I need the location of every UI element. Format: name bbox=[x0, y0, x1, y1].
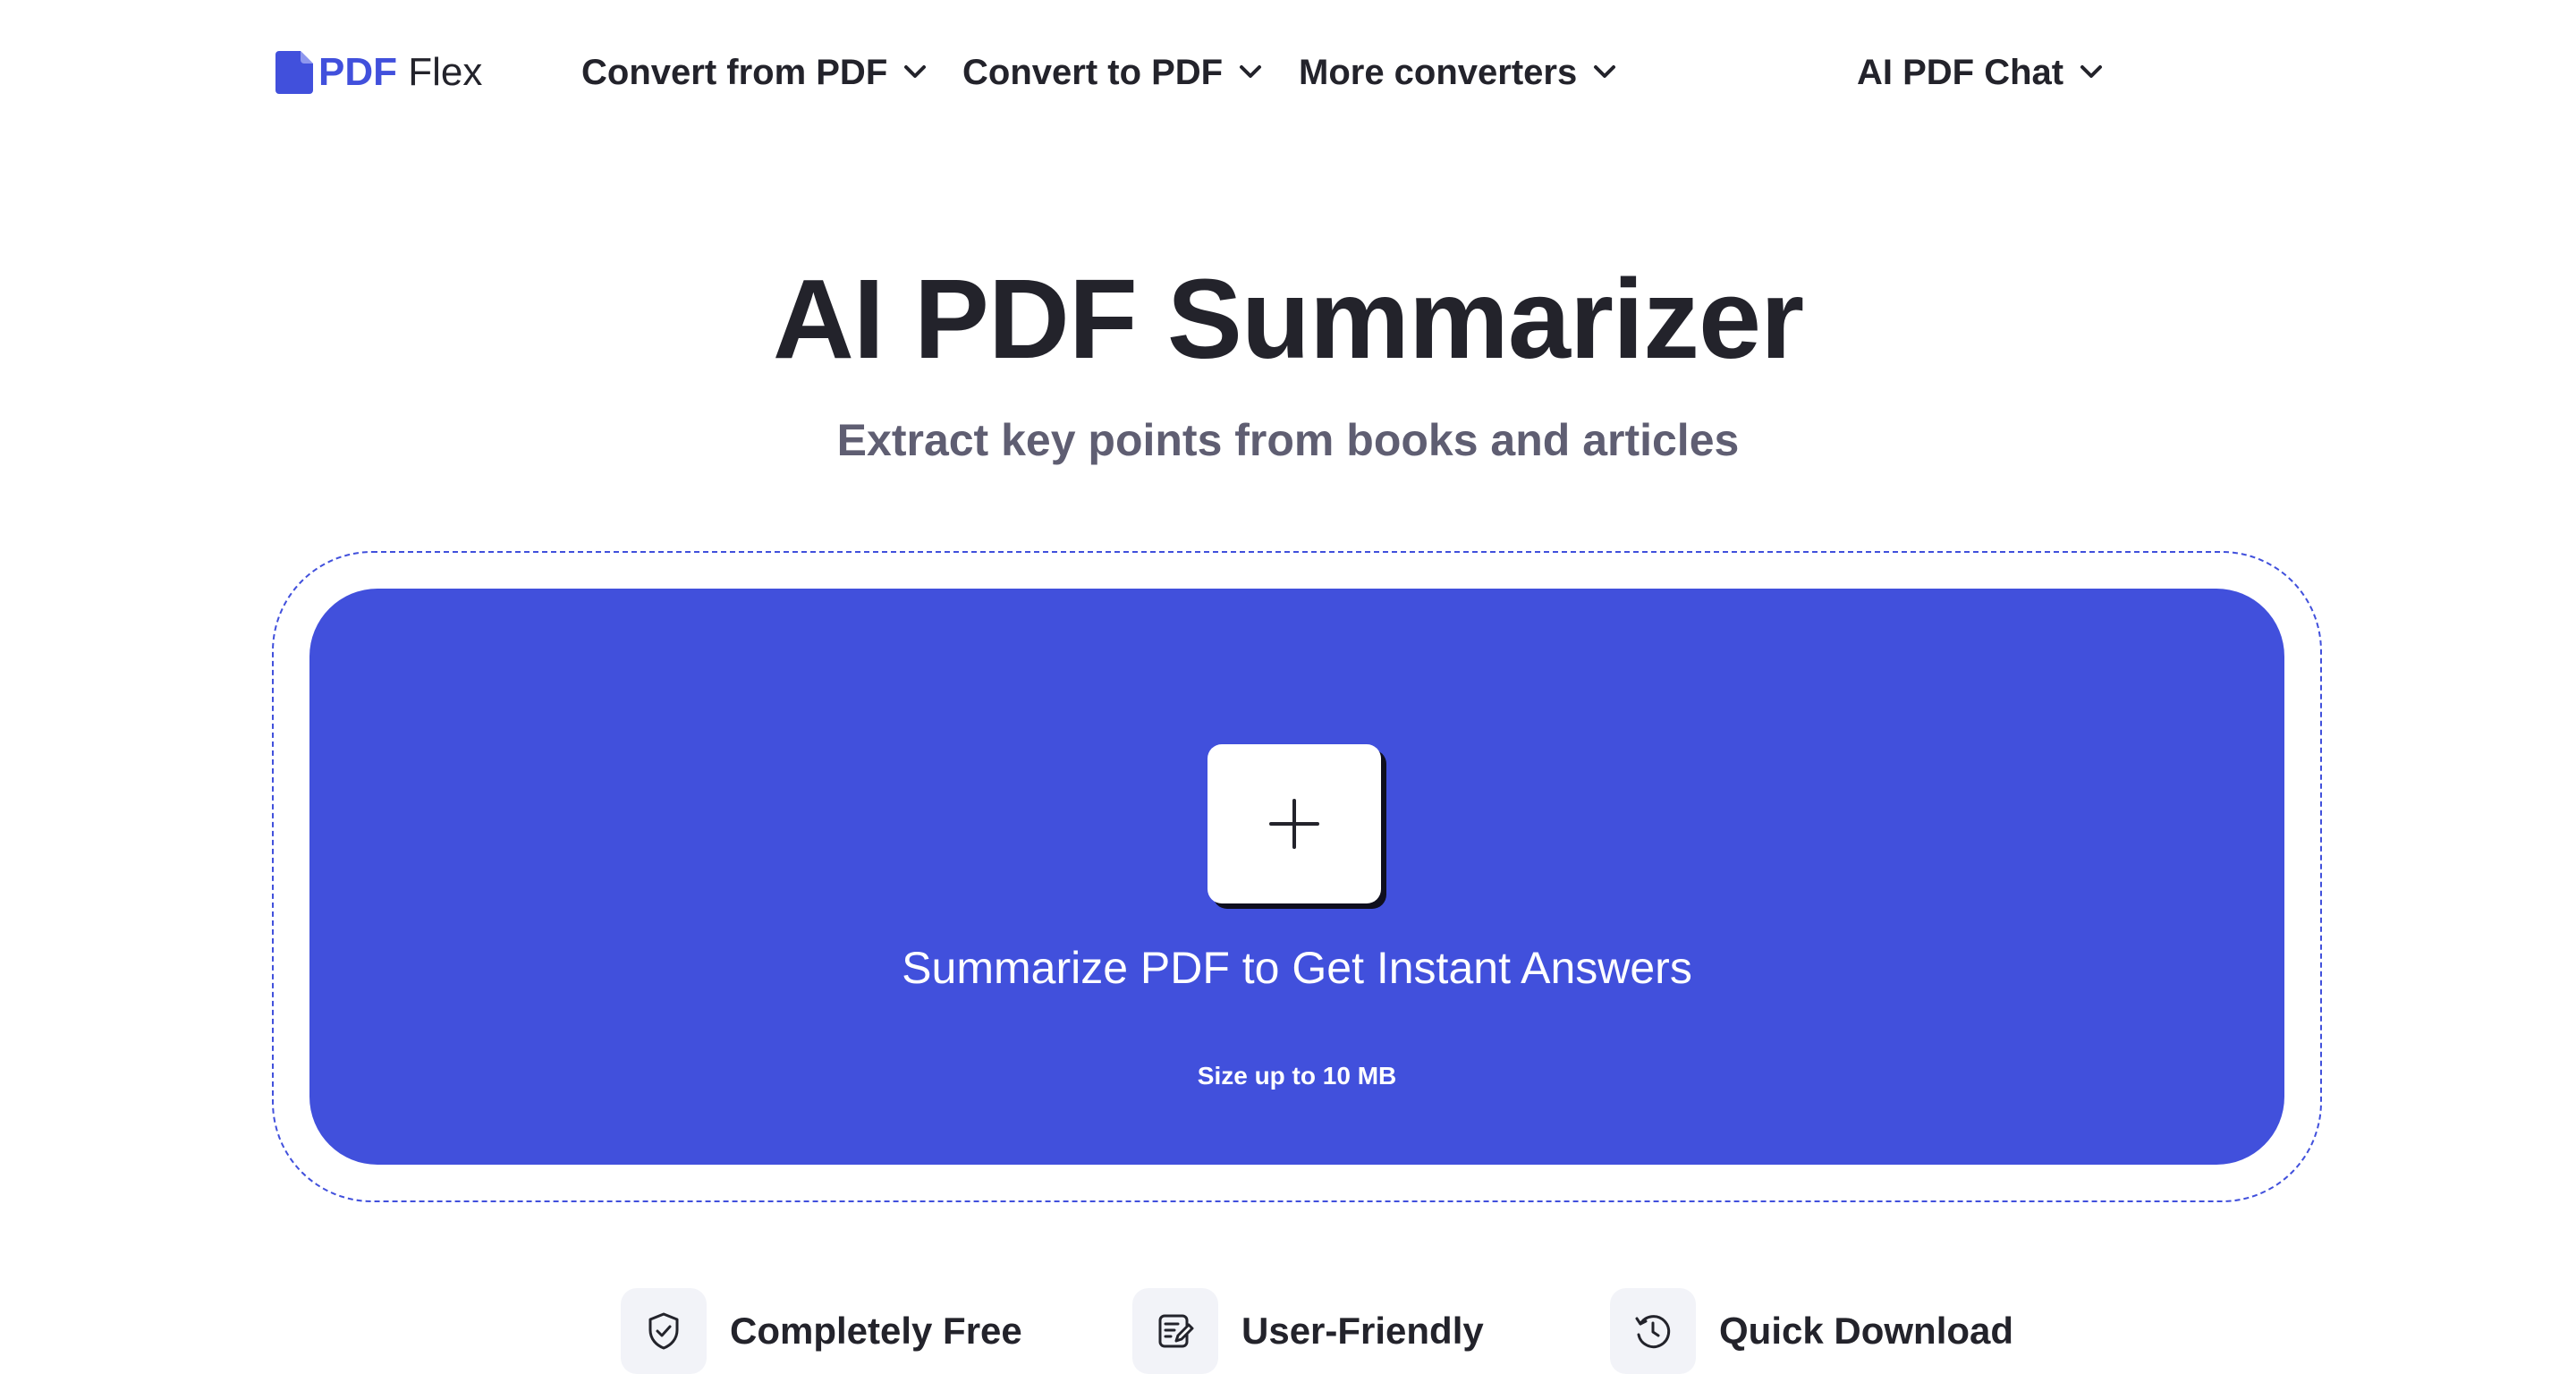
feature-icon-box bbox=[621, 1288, 707, 1374]
chevron-down-icon bbox=[904, 65, 927, 78]
feature-label: Quick Download bbox=[1719, 1310, 2014, 1352]
upload-label: Summarize PDF to Get Instant Answers bbox=[902, 943, 1692, 993]
feature-icon-box bbox=[1132, 1288, 1218, 1374]
logo-text: PDF Flex bbox=[318, 53, 482, 92]
logo-text-pdf: PDF bbox=[318, 50, 397, 94]
shield-check-icon bbox=[648, 1312, 679, 1350]
page-title: AI PDF Summarizer bbox=[772, 256, 1804, 382]
nav-ai-pdf-chat-label: AI PDF Chat bbox=[1857, 52, 2064, 92]
nav-ai-pdf-chat[interactable]: AI PDF Chat bbox=[1857, 48, 2103, 97]
chevron-down-icon bbox=[1594, 65, 1616, 78]
page-subtitle: Extract key points from books and articl… bbox=[836, 415, 1740, 465]
clock-history-icon bbox=[1635, 1315, 1671, 1349]
edit-document-icon bbox=[1158, 1314, 1194, 1348]
feature-completely-free: Completely Free bbox=[621, 1288, 1022, 1374]
logo[interactable]: PDF Flex bbox=[275, 50, 482, 95]
feature-user-friendly: User-Friendly bbox=[1132, 1288, 1484, 1374]
plus-icon bbox=[1269, 799, 1319, 849]
add-file-button[interactable] bbox=[1208, 744, 1381, 903]
nav-convert-to-pdf-label: Convert to PDF bbox=[962, 52, 1224, 92]
nav-convert-from-pdf[interactable]: Convert from PDF bbox=[581, 48, 927, 97]
chevron-down-icon bbox=[1240, 65, 1262, 78]
feature-icon-box bbox=[1610, 1288, 1696, 1374]
upload-size-note: Size up to 10 MB bbox=[1197, 1062, 1397, 1090]
logo-text-flex: Flex bbox=[408, 50, 483, 94]
nav-more-converters[interactable]: More converters bbox=[1299, 48, 1616, 97]
feature-label: Completely Free bbox=[730, 1310, 1022, 1352]
file-icon bbox=[275, 51, 313, 94]
chevron-down-icon bbox=[2080, 65, 2103, 78]
nav-convert-from-pdf-label: Convert from PDF bbox=[581, 52, 888, 92]
site-header: PDF Flex Convert from PDF Convert to PDF… bbox=[0, 0, 2576, 145]
nav-convert-to-pdf[interactable]: Convert to PDF bbox=[962, 48, 1262, 97]
feature-label: User-Friendly bbox=[1241, 1310, 1484, 1352]
nav-more-converters-label: More converters bbox=[1299, 52, 1578, 92]
feature-quick-download: Quick Download bbox=[1610, 1288, 2013, 1374]
